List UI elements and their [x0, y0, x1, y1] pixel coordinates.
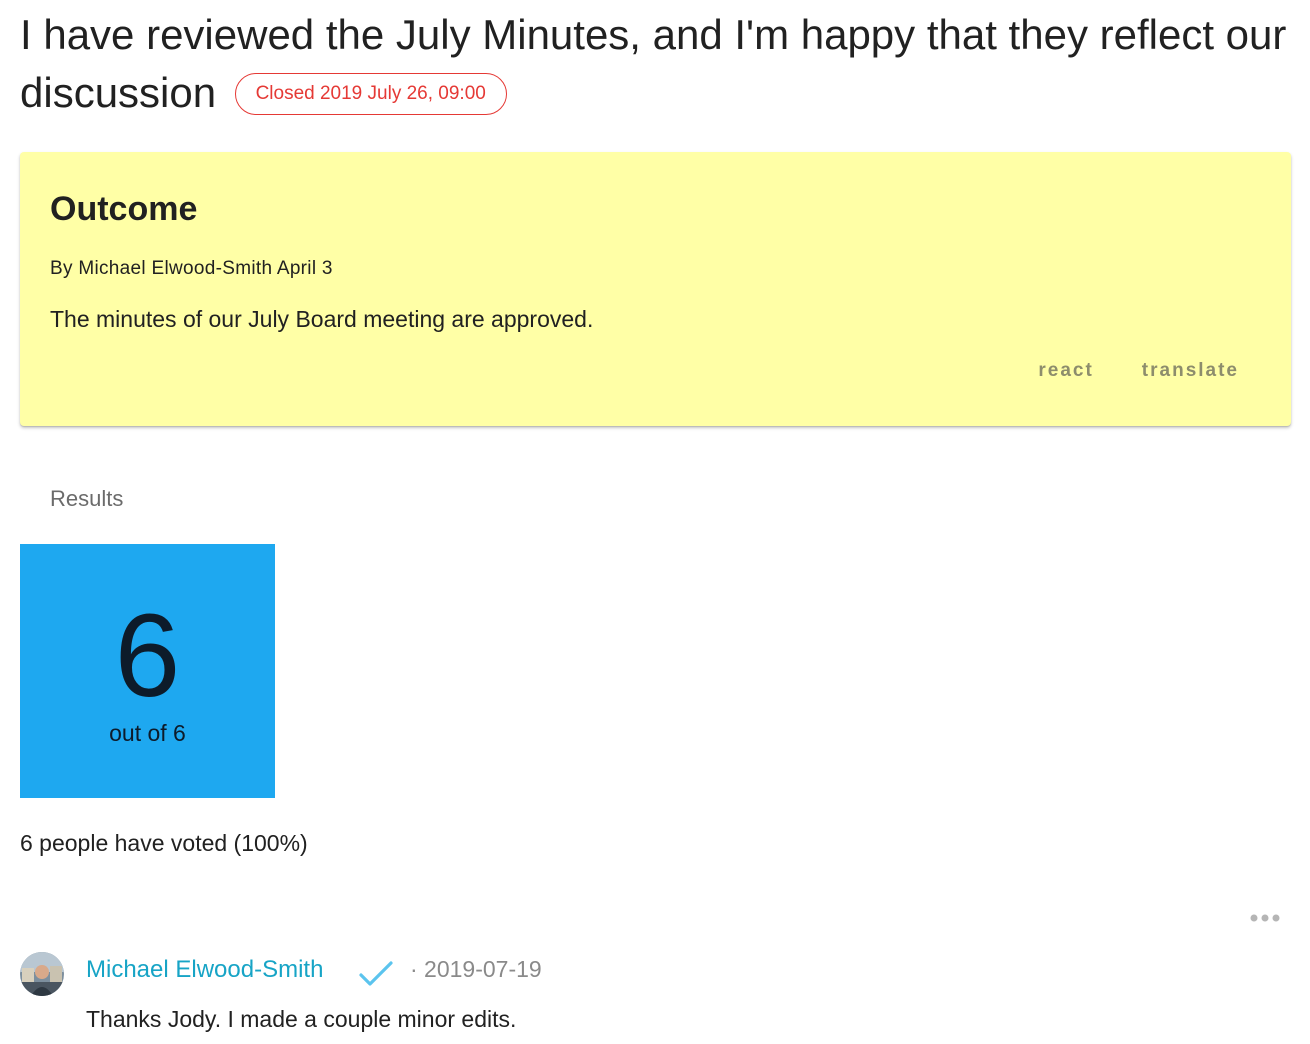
react-button[interactable]: react: [1038, 360, 1093, 382]
results-heading: Results: [50, 486, 124, 511]
comment-date: · 2019-07-19: [410, 956, 542, 982]
comment-body: Thanks Jody. I made a couple minor edits…: [86, 1006, 517, 1032]
result-tile: 6 out of 6: [20, 544, 275, 798]
result-out-of: out of 6: [109, 720, 186, 746]
more-horiz-icon[interactable]: [1248, 908, 1282, 928]
result-count: 6: [114, 590, 181, 722]
outcome-statement: The minutes of our July Board meeting ar…: [50, 306, 594, 332]
poll-page: I have reviewed the July Minutes, and I'…: [0, 0, 1310, 1044]
poll-header: I have reviewed the July Minutes, and I'…: [20, 6, 1290, 122]
outcome-heading: Outcome: [50, 190, 198, 228]
poll-title: I have reviewed the July Minutes, and I'…: [20, 11, 1287, 116]
translate-button[interactable]: translate: [1142, 360, 1239, 382]
outcome-byline: By Michael Elwood-Smith April 3: [50, 258, 333, 279]
outcome-card: Outcome By Michael Elwood-Smith April 3 …: [20, 152, 1291, 426]
comment-author-link[interactable]: Michael Elwood-Smith: [86, 956, 323, 984]
voted-summary: 6 people have voted (100%): [20, 830, 308, 856]
closed-status-badge: Closed 2019 July 26, 09:00: [234, 73, 507, 115]
outcome-actions: react translate: [1038, 360, 1239, 382]
avatar-image: [20, 952, 64, 996]
avatar[interactable]: [20, 952, 64, 996]
check-icon: [359, 961, 393, 986]
